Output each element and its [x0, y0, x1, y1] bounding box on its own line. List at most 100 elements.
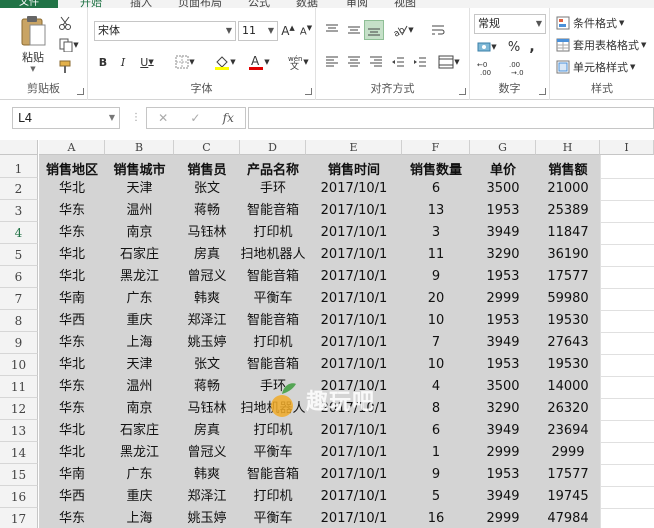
name-box[interactable]: L4 ▼ — [12, 107, 120, 129]
table-cell[interactable]: 华南 — [39, 464, 105, 486]
middle-align-button[interactable] — [344, 20, 364, 40]
column-header-a[interactable]: A — [39, 140, 105, 155]
row-header[interactable]: 9 — [0, 332, 38, 354]
table-cell[interactable]: 郑泽江 — [174, 310, 240, 332]
row-header[interactable]: 4 — [0, 222, 38, 244]
table-cell[interactable]: 1953 — [470, 266, 536, 288]
table-cell[interactable]: 3949 — [470, 332, 536, 354]
table-cell[interactable]: 扫地机器人 — [240, 398, 306, 420]
table-cell[interactable]: 黑龙江 — [105, 442, 174, 464]
table-cell[interactable]: 2017/10/1 — [306, 200, 402, 222]
table-cell[interactable]: 19530 — [536, 354, 600, 376]
table-cell[interactable]: 3500 — [470, 178, 536, 200]
table-cell[interactable]: 马钰林 — [174, 398, 240, 420]
number-launcher[interactable] — [539, 88, 546, 95]
column-header-h[interactable]: H — [536, 140, 600, 155]
cut-button[interactable] — [56, 14, 74, 32]
shrink-font-button[interactable]: A▼ — [298, 22, 314, 40]
table-cell[interactable]: 36190 — [536, 244, 600, 266]
table-cell[interactable]: 马钰林 — [174, 222, 240, 244]
table-cell[interactable]: 59980 — [536, 288, 600, 310]
table-cell[interactable]: 14000 — [536, 376, 600, 398]
table-cell[interactable]: 房真 — [174, 244, 240, 266]
align-left-button[interactable] — [322, 52, 342, 72]
bold-button[interactable]: B — [94, 52, 112, 72]
table-cell[interactable]: 2017/10/1 — [306, 464, 402, 486]
row-header[interactable]: 7 — [0, 288, 38, 310]
table-cell[interactable]: 11847 — [536, 222, 600, 244]
table-cell[interactable]: 手环 — [240, 178, 306, 200]
format-painter-button[interactable] — [56, 58, 74, 76]
table-cell[interactable]: 张文 — [174, 354, 240, 376]
table-cell[interactable]: 扫地机器人 — [240, 244, 306, 266]
table-cell[interactable]: 南京 — [105, 398, 174, 420]
format-as-table-button[interactable]: 套用表格格式 ▼ — [556, 36, 654, 54]
table-cell[interactable]: 11 — [402, 244, 470, 266]
table-cell[interactable]: 南京 — [105, 222, 174, 244]
font-color-button[interactable]: A ▼ — [244, 52, 274, 72]
table-cell[interactable]: 2017/10/1 — [306, 178, 402, 200]
row-header[interactable]: 17 — [0, 508, 38, 528]
table-cell[interactable]: 智能音箱 — [240, 310, 306, 332]
column-header-g[interactable]: G — [470, 140, 536, 155]
column-header-d[interactable]: D — [240, 140, 306, 155]
table-cell[interactable]: 智能音箱 — [240, 464, 306, 486]
table-cell[interactable]: 华西 — [39, 486, 105, 508]
table-cell[interactable]: 25389 — [536, 200, 600, 222]
table-cell[interactable]: 10 — [402, 354, 470, 376]
table-cell[interactable]: 26320 — [536, 398, 600, 420]
table-cell[interactable]: 石家庄 — [105, 420, 174, 442]
table-cell[interactable]: 1953 — [470, 464, 536, 486]
table-cell[interactable]: 23694 — [536, 420, 600, 442]
orientation-button[interactable]: ab ▼ — [388, 20, 418, 40]
table-cell[interactable]: 5 — [402, 486, 470, 508]
table-cell[interactable]: 房真 — [174, 420, 240, 442]
table-cell[interactable]: 4 — [402, 376, 470, 398]
table-cell[interactable]: 天津 — [105, 354, 174, 376]
table-cell[interactable]: 张文 — [174, 178, 240, 200]
column-header-f[interactable]: F — [402, 140, 470, 155]
row-header[interactable]: 16 — [0, 486, 38, 508]
table-cell[interactable]: 重庆 — [105, 486, 174, 508]
column-header-c[interactable]: C — [174, 140, 240, 155]
row-header[interactable]: 10 — [0, 354, 38, 376]
table-cell[interactable]: 2999 — [536, 442, 600, 464]
table-cell[interactable]: 姚玉婷 — [174, 508, 240, 528]
insert-function-button[interactable]: fx — [223, 111, 234, 125]
row-header[interactable]: 2 — [0, 178, 38, 200]
increase-decimal-button[interactable]: ←0.00 — [474, 58, 500, 78]
table-cell[interactable]: 2017/10/1 — [306, 442, 402, 464]
table-cell[interactable]: 广东 — [105, 288, 174, 310]
table-cell[interactable]: 3500 — [470, 376, 536, 398]
column-header-i[interactable]: I — [600, 140, 654, 155]
table-cell[interactable]: 16 — [402, 508, 470, 528]
table-cell[interactable]: 天津 — [105, 178, 174, 200]
table-cell[interactable]: 2017/10/1 — [306, 376, 402, 398]
table-cell[interactable]: 华北 — [39, 244, 105, 266]
column-header-e[interactable]: E — [306, 140, 402, 155]
table-cell[interactable]: 华东 — [39, 508, 105, 528]
table-cell[interactable]: 华北 — [39, 178, 105, 200]
row-header[interactable]: 13 — [0, 420, 38, 442]
table-cell[interactable]: 2017/10/1 — [306, 354, 402, 376]
table-cell[interactable]: 2017/10/1 — [306, 332, 402, 354]
table-cell[interactable]: 重庆 — [105, 310, 174, 332]
table-cell[interactable]: 9 — [402, 464, 470, 486]
formula-input[interactable] — [248, 107, 654, 129]
align-right-button[interactable] — [366, 52, 386, 72]
table-cell[interactable]: 华北 — [39, 266, 105, 288]
borders-button[interactable]: ▼ — [170, 52, 200, 72]
grow-font-button[interactable]: A▲ — [280, 22, 296, 40]
column-header-b[interactable]: B — [105, 140, 174, 155]
table-cell[interactable]: 打印机 — [240, 486, 306, 508]
row-header[interactable]: 8 — [0, 310, 38, 332]
cell-styles-button[interactable]: 单元格样式 ▼ — [556, 58, 652, 76]
row-header[interactable]: 15 — [0, 464, 38, 486]
table-cell[interactable]: 2017/10/1 — [306, 288, 402, 310]
number-format-select[interactable]: 常规 ▼ — [474, 14, 546, 34]
table-cell[interactable]: 韩爽 — [174, 464, 240, 486]
table-cell[interactable]: 曾冠义 — [174, 266, 240, 288]
row-header[interactable]: 3 — [0, 200, 38, 222]
table-cell[interactable]: 华北 — [39, 420, 105, 442]
table-cell[interactable]: 平衡车 — [240, 508, 306, 528]
